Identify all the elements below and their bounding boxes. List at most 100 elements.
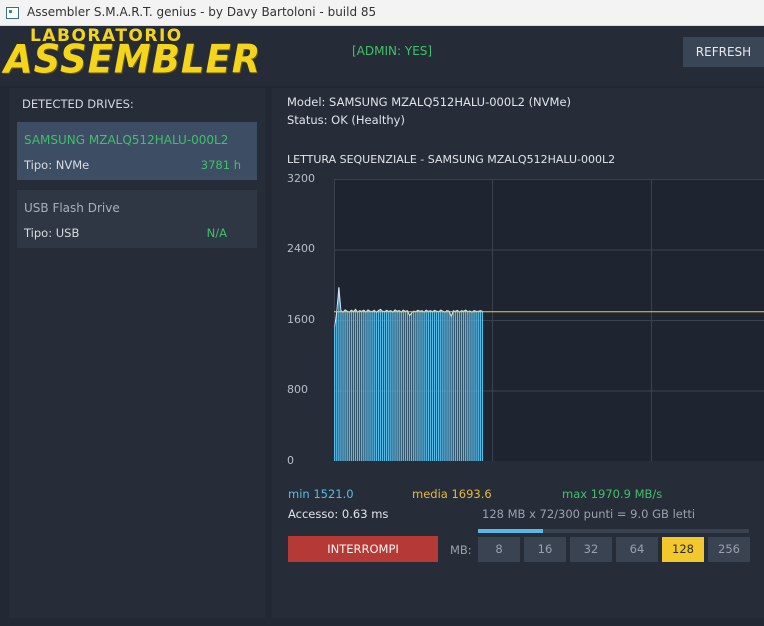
chart-bar [342, 312, 344, 461]
chart-bar [442, 311, 444, 461]
drive-name: SAMSUNG MZALQ512HALU-000L2 [24, 133, 229, 147]
drives-sidebar: DETECTED DRIVES: SAMSUNG MZALQ512HALU-00… [9, 88, 265, 618]
chart-bar [444, 312, 446, 461]
app-window: Assembler S.M.A.R.T. genius - by Davy Ba… [0, 0, 764, 626]
stat-min: min 1521.0 [288, 487, 354, 501]
mb-label: MB: [450, 543, 472, 557]
drive-hours: 3781 h [200, 158, 241, 172]
chart-bar [427, 311, 429, 461]
chart-bar [413, 311, 415, 461]
drive-item-usb[interactable]: USB Flash Drive Tipo: USB N/A [17, 190, 257, 248]
chart-bar [425, 310, 427, 461]
chart-bar [404, 311, 407, 461]
chart-bar [421, 310, 423, 461]
main-panel: Model: SAMSUNG MZALQ512HALU-000L2 (NVMe)… [272, 88, 764, 618]
chart-bar [365, 312, 367, 461]
chart-bar [396, 311, 398, 461]
sidebar-title: DETECTED DRIVES: [22, 97, 134, 111]
mb-option-32[interactable]: 32 [570, 537, 612, 562]
chart-bar [352, 311, 355, 461]
progress-text: 128 MB x 72/300 punti = 9.0 GB letti [482, 507, 696, 521]
access-time: Accesso: 0.63 ms [288, 507, 389, 521]
y-tick-label: 800 [287, 383, 308, 396]
chart-bar [392, 312, 394, 461]
mb-option-256[interactable]: 256 [708, 537, 750, 562]
refresh-button[interactable]: REFRESH [683, 37, 764, 67]
mb-option-8[interactable]: 8 [478, 537, 520, 562]
chart-bar [356, 312, 359, 461]
admin-status: [ADMIN: YES] [352, 44, 433, 58]
chart-bar [456, 310, 459, 461]
chart-bar [336, 311, 338, 461]
chart-bar [438, 311, 440, 461]
chart-bar [398, 310, 400, 461]
chart-bar [473, 310, 475, 461]
chart-bar [363, 310, 365, 461]
chart-bar [417, 310, 419, 461]
model-info: Model: SAMSUNG MZALQ512HALU-000L2 (NVMe) [287, 95, 572, 109]
chart-bar [388, 311, 390, 461]
chart-bar [383, 311, 386, 461]
chart-bar [454, 311, 457, 461]
chart-bar [477, 311, 479, 461]
chart-bar [406, 310, 409, 461]
drive-type: Tipo: NVMe [24, 158, 90, 172]
chart-bar [354, 309, 357, 461]
stat-average: media 1693.6 [412, 487, 492, 501]
chart-bar [338, 287, 340, 461]
chart-bar [348, 312, 350, 461]
drive-name: USB Flash Drive [24, 201, 120, 215]
chart-bar [367, 309, 369, 461]
chart-bar [452, 310, 454, 461]
mb-option-128[interactable]: 128 [662, 537, 704, 562]
chart-title: LETTURA SEQUENZIALE - SAMSUNG MZALQ512HA… [287, 153, 616, 166]
chart-bar [375, 312, 377, 461]
chart-bar [458, 312, 461, 461]
chart-bar [346, 311, 348, 461]
drive-hours: N/A [206, 226, 227, 240]
chart-bar [394, 309, 396, 461]
stat-max: max 1970.9 MB/s [562, 487, 663, 501]
chart-bar [460, 310, 463, 461]
status-info: Status: OK (Healthy) [287, 113, 405, 127]
chart-bar [419, 311, 421, 461]
app-icon [6, 7, 19, 19]
chart-bar [431, 311, 434, 461]
chart-bar [381, 311, 384, 461]
chart-bar [410, 312, 413, 461]
mb-option-16[interactable]: 16 [524, 537, 566, 562]
chart-bar [390, 310, 392, 461]
chart-bar [386, 310, 388, 461]
read-speed-chart [334, 179, 764, 461]
chart-bar [358, 310, 361, 461]
chart-bar [475, 311, 477, 461]
logo-main-text: ASSEMBLER [4, 36, 262, 83]
chart-bar [440, 310, 442, 461]
drive-item-samsung[interactable]: SAMSUNG MZALQ512HALU-000L2 Tipo: NVMe 37… [17, 122, 257, 180]
chart-bar [481, 311, 484, 461]
title-bar[interactable]: Assembler S.M.A.R.T. genius - by Davy Ba… [0, 0, 764, 26]
chart-series-line [334, 287, 483, 328]
chart-bar [415, 311, 417, 461]
chart-bar [462, 311, 465, 461]
chart-bar [400, 312, 402, 461]
chart-bar [373, 310, 375, 461]
chart-bar [369, 311, 371, 461]
chart-bar [361, 311, 363, 461]
drive-type: Tipo: USB [24, 226, 80, 240]
chart-bar [371, 311, 373, 461]
stop-button[interactable]: INTERROMPI [288, 536, 438, 562]
chart-bar [467, 311, 469, 461]
chart-bar [469, 311, 471, 461]
chart-bar [344, 309, 346, 461]
chart-bar [471, 312, 473, 461]
chart-bar [433, 310, 436, 461]
progress-bar [478, 529, 749, 533]
chart-bar [377, 310, 380, 461]
chart-bar [429, 310, 432, 461]
chart-bar [465, 310, 467, 461]
y-tick-label: 0 [287, 454, 294, 467]
chart-bar [350, 310, 353, 461]
mb-option-64[interactable]: 64 [616, 537, 658, 562]
window-title: Assembler S.M.A.R.T. genius - by Davy Ba… [27, 5, 377, 19]
